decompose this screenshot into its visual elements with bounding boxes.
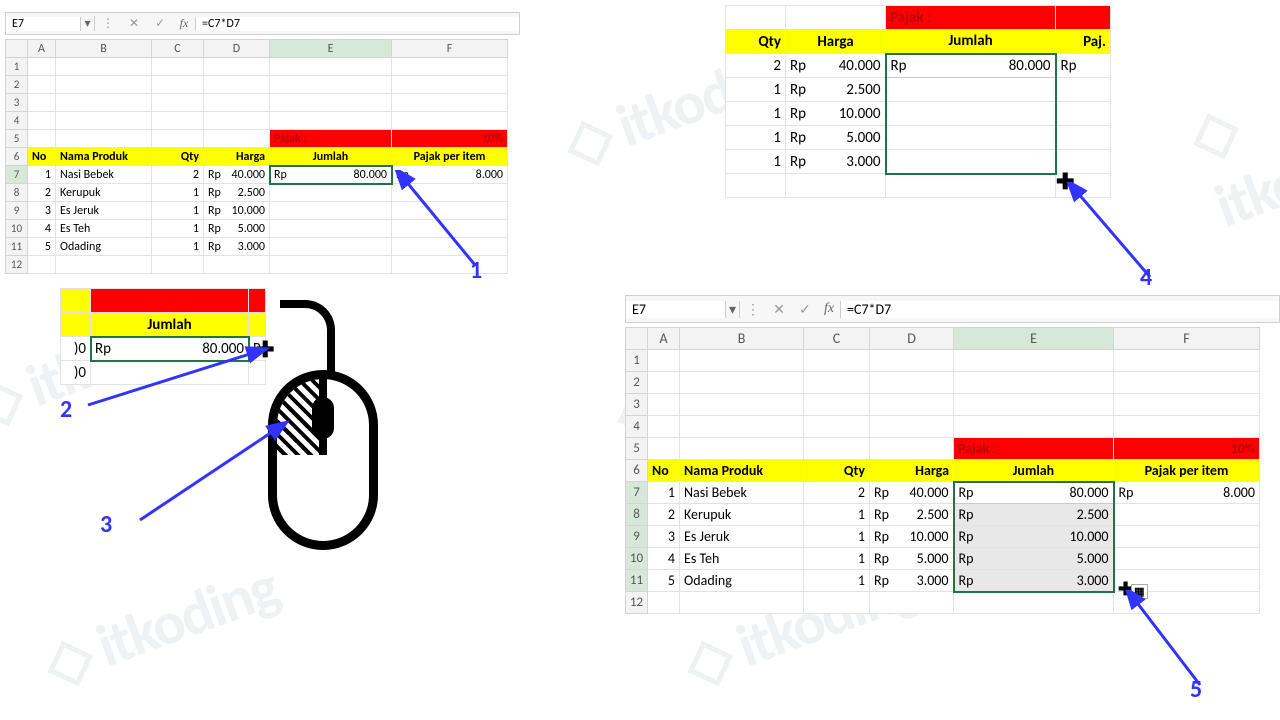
fx-icon-2[interactable]: fx [818,301,840,317]
col-E-2[interactable]: E [954,328,1114,350]
pajak-pct: 10% [392,130,508,148]
col-C-2[interactable]: C [804,328,870,350]
col-D-2[interactable]: D [870,328,954,350]
formula-bar: E7 ▾ ⋮ ✕ ✓ fx =C7*D7 [5,12,520,35]
zoom-drag-range: Pajak : Qty Harga Jumlah Paj. 2Rp40.000 … [725,5,1111,198]
col-C[interactable]: C [152,40,204,58]
select-all-corner[interactable] [6,40,28,58]
cell-E7[interactable]: Rp80.000 [270,166,392,184]
cancel-icon-2[interactable]: ✕ [766,301,792,318]
col-E[interactable]: E [270,40,392,58]
cancel-icon[interactable]: ✕ [121,16,147,31]
cell-E7-2[interactable]: Rp80.000 [954,482,1114,504]
name-box-dropdown-icon-2[interactable]: ▾ [726,301,740,318]
formula-sep-icon: ⋮ [95,16,121,31]
formula-input[interactable]: =C7*D7 [195,17,519,31]
col-F[interactable]: F [392,40,508,58]
col-F-2[interactable]: F [1114,328,1260,350]
name-box[interactable]: E7 [6,17,81,31]
formula-input-2[interactable]: =C7*D7 [840,301,1279,318]
drag-e7[interactable]: Rp80.000 [886,54,1056,78]
callout-2: 2 [60,395,72,424]
callout-5: 5 [1190,675,1202,704]
mouse-cord [280,300,335,378]
formula-bar-2: E7 ▾ ⋮ ✕ ✓ fx =C7*D7 [625,295,1280,323]
select-all-corner-2[interactable] [626,328,648,350]
pajak-label: Pajak : [270,130,392,148]
arrow-2 [78,345,278,415]
callout-1: 1 [470,256,482,285]
col-B-2[interactable]: B [680,328,804,350]
accept-icon-2[interactable]: ✓ [792,301,818,318]
fx-icon[interactable]: fx [173,16,195,31]
name-box-2[interactable]: E7 [626,301,726,318]
col-A-2[interactable]: A [648,328,680,350]
arrow-3 [130,420,290,530]
name-box-dropdown-icon[interactable]: ▾ [81,16,95,31]
col-B[interactable]: B [56,40,152,58]
callout-4: 4 [1140,263,1152,292]
callout-3: 3 [100,510,112,539]
formula-sep-icon-2: ⋮ [740,301,766,318]
spreadsheet-grid-2[interactable]: A B C D E F 1 2 3 4 5 Pajak : 10% 6 No N… [625,327,1260,614]
accept-icon[interactable]: ✓ [147,16,173,31]
col-D[interactable]: D [204,40,270,58]
col-A[interactable]: A [28,40,56,58]
